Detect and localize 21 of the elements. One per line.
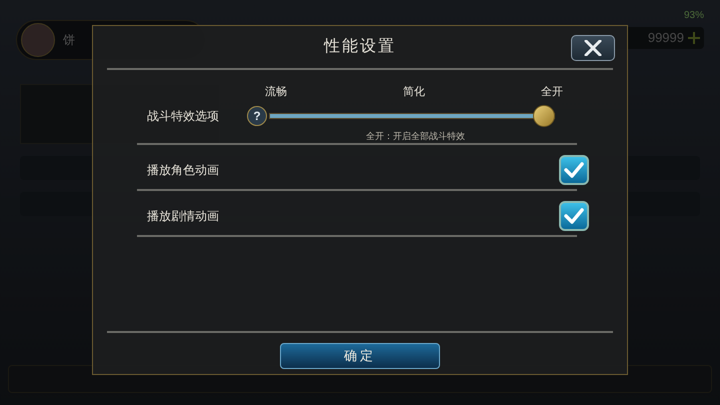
slider-stop-label: 流畅	[265, 84, 287, 100]
dialog-title: 性能设置	[324, 37, 396, 57]
battery-level: 93%	[684, 9, 704, 23]
slider[interactable]	[269, 104, 555, 126]
check-icon	[564, 208, 584, 224]
option-label: 战斗特效选项	[147, 108, 220, 124]
confirm-button[interactable]: 确定	[280, 343, 440, 369]
close-icon	[584, 40, 602, 56]
help-button[interactable]: ?	[247, 106, 267, 126]
player-name: 饼	[63, 32, 75, 49]
option-label: 播放角色动画	[147, 162, 219, 179]
checkbox[interactable]	[559, 155, 589, 185]
slider-stop-label: 简化	[403, 85, 425, 100]
checkbox[interactable]	[559, 201, 589, 231]
currency-amount: 99999	[648, 29, 684, 48]
slider-stop-label: 全开	[541, 85, 563, 100]
option-label: 播放剧情动画	[147, 208, 219, 225]
check-icon	[564, 162, 584, 178]
slider-thumb[interactable]	[533, 104, 555, 126]
close-button[interactable]	[571, 35, 615, 61]
slider-hint: 全开：开启全部战斗特效	[366, 130, 466, 142]
